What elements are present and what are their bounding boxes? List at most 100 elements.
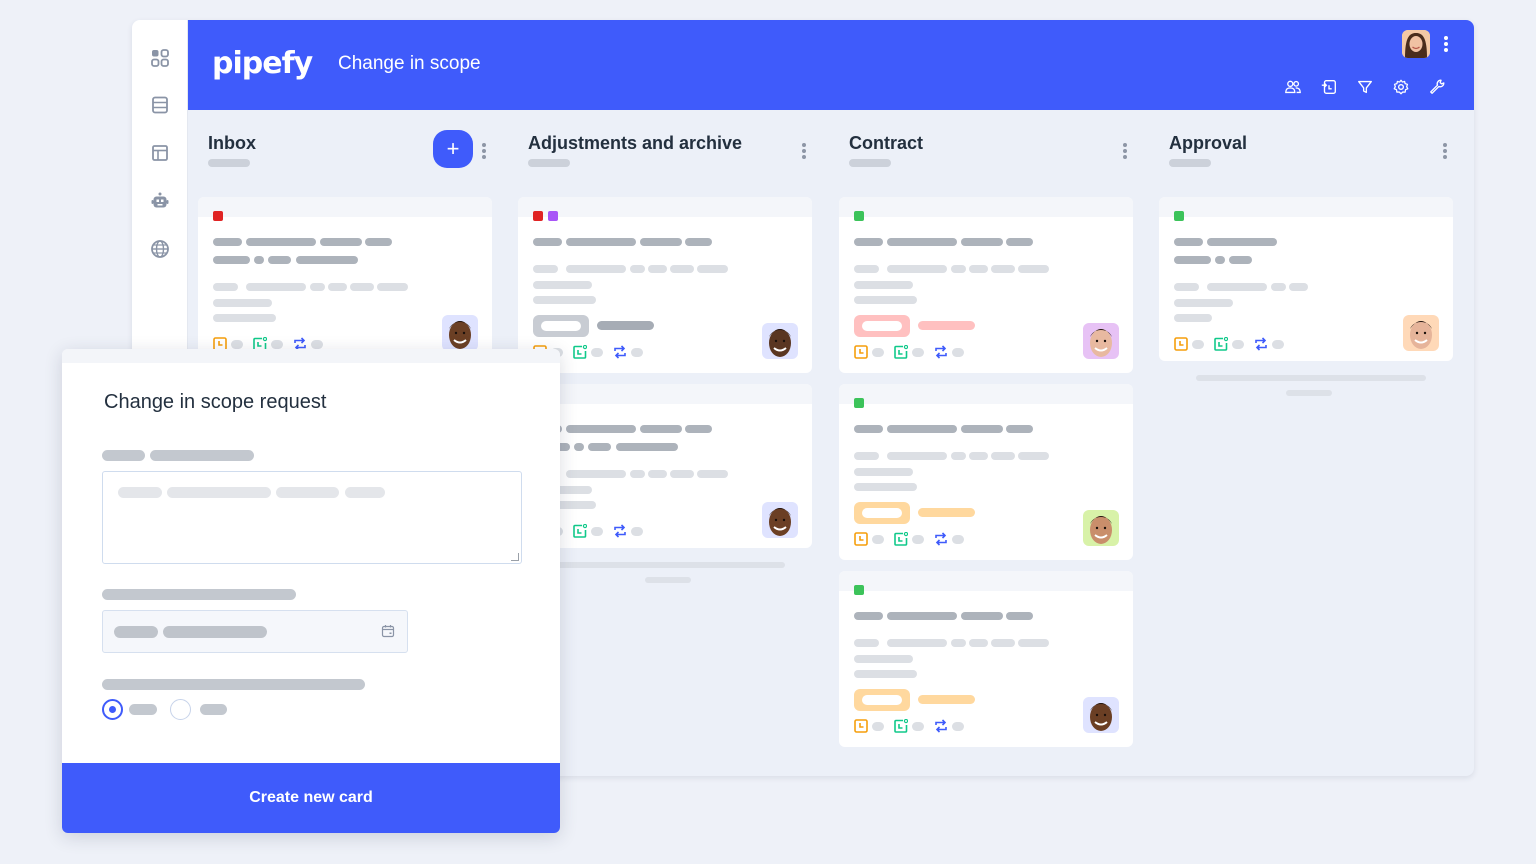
card[interactable] [518,384,812,548]
text-placeholder [854,639,879,647]
apps-grid-icon[interactable] [148,46,172,70]
text-placeholder [648,265,667,273]
text-placeholder [887,425,957,433]
card-indicators [854,345,974,359]
members-icon[interactable] [1282,76,1304,98]
create-new-card-button[interactable]: Create new card [62,763,560,833]
text-placeholder [566,238,636,246]
text-placeholder [533,238,562,246]
due-date-icon [894,532,908,546]
card-indicators [854,719,974,733]
text-placeholder [566,470,626,478]
column-footer-placeholder [555,562,785,568]
phase-more-menu[interactable] [802,143,806,159]
indicator-value-placeholder [912,721,924,731]
status-text-placeholder [597,321,654,330]
recurrence-icon [934,345,948,359]
database-icon[interactable] [148,93,172,117]
card[interactable] [839,571,1133,747]
filter-icon[interactable] [1354,76,1376,98]
indicator-value-placeholder [231,339,243,349]
text-placeholder [1174,256,1211,264]
indicator-value-placeholder [952,721,964,731]
text-placeholder [854,670,917,678]
card-header-strip [518,384,812,404]
assignee-avatar[interactable] [442,315,478,351]
card[interactable] [518,197,812,373]
text-placeholder [854,468,913,476]
text-placeholder [685,425,712,433]
add-card-button[interactable]: + [433,130,473,168]
phase-more-menu[interactable] [482,143,486,159]
assignee-avatar[interactable] [1083,510,1119,546]
phase-more-menu[interactable] [1123,143,1127,159]
text-placeholder [697,470,728,478]
text-placeholder [574,443,584,451]
placeholder-text [163,626,267,638]
phase-more-menu[interactable] [1443,143,1447,159]
settings-gear-icon[interactable] [1390,76,1412,98]
import-icon[interactable] [1318,76,1340,98]
label-tag-green [854,211,864,221]
phase-title: Approval [1169,133,1248,153]
indicator-value-placeholder [872,721,884,731]
text-placeholder [268,256,291,264]
text-placeholder [377,283,408,291]
text-placeholder [213,256,250,264]
assignee-avatar[interactable] [762,502,798,538]
globe-icon[interactable] [148,237,172,261]
text-placeholder [1174,299,1233,307]
text-placeholder [640,238,682,246]
robot-icon[interactable] [148,189,172,213]
text-placeholder [961,425,1003,433]
late-indicator-icon [854,719,868,733]
card-header-strip [839,384,1133,404]
card-status-label [854,502,910,524]
radio-option-2[interactable] [170,699,191,720]
card-labels [533,211,558,221]
column-footer-placeholder [1196,375,1426,381]
assignee-avatar[interactable] [1083,323,1119,359]
wrench-icon[interactable] [1426,76,1448,98]
card-header-strip [198,197,492,217]
card-indicators [1174,337,1294,351]
label-tag-red [533,211,543,221]
layout-icon[interactable] [148,141,172,165]
text-placeholder [365,238,392,246]
text-placeholder [854,425,883,433]
card[interactable] [839,197,1133,373]
text-placeholder [1006,425,1033,433]
date-field[interactable] [102,610,408,653]
text-placeholder [854,655,913,663]
user-avatar[interactable] [1402,30,1430,58]
assignee-avatar[interactable] [762,323,798,359]
placeholder-text [167,487,271,498]
text-placeholder [533,265,558,273]
card[interactable] [839,384,1133,560]
text-placeholder [887,612,957,620]
pipefy-logo[interactable]: pipefy [212,46,313,81]
text-placeholder [697,265,728,273]
text-placeholder [1006,238,1033,246]
card-header-strip [1159,197,1453,217]
text-placeholder [854,265,879,273]
description-textarea[interactable] [102,471,522,564]
card-status-label [533,315,589,337]
label-tag-green [1174,211,1184,221]
field-label-placeholder [102,450,145,461]
calendar-icon[interactable] [381,624,395,638]
late-indicator-icon [854,345,868,359]
phase-count-placeholder [528,159,570,167]
card-labels [854,585,864,595]
text-placeholder [533,281,592,289]
late-indicator-icon [1174,337,1188,351]
card[interactable] [1159,197,1453,361]
resize-handle[interactable] [511,553,519,561]
card-status-label [854,689,910,711]
status-text-placeholder [918,695,975,704]
radio-option-1[interactable] [102,699,123,720]
assignee-avatar[interactable] [1083,697,1119,733]
header-more-menu[interactable] [1444,36,1448,52]
card[interactable] [198,197,492,361]
assignee-avatar[interactable] [1403,315,1439,351]
